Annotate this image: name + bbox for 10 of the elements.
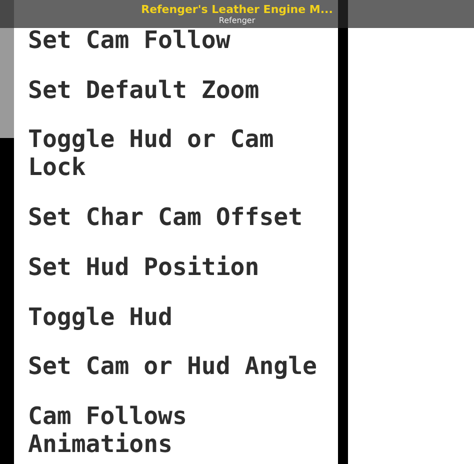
- menu-item[interactable]: Toggle Hud: [28, 302, 328, 331]
- menu-item[interactable]: Toggle Hud or Cam Lock: [28, 125, 328, 182]
- page-title[interactable]: Refenger's Leather Engine M...: [141, 3, 333, 16]
- menu-item[interactable]: Set Cam or Hud Angle: [28, 352, 328, 380]
- author-name: Refenger: [218, 16, 256, 26]
- menu-item[interactable]: Set Char Cam Offset: [28, 203, 328, 232]
- menu-item[interactable]: Set Hud Position: [28, 252, 328, 281]
- menu-item[interactable]: Cam Follows Animations: [28, 402, 328, 458]
- menu-item[interactable]: Set Cam Follow: [28, 26, 328, 54]
- menu-item[interactable]: Set Default Zoom: [28, 76, 328, 104]
